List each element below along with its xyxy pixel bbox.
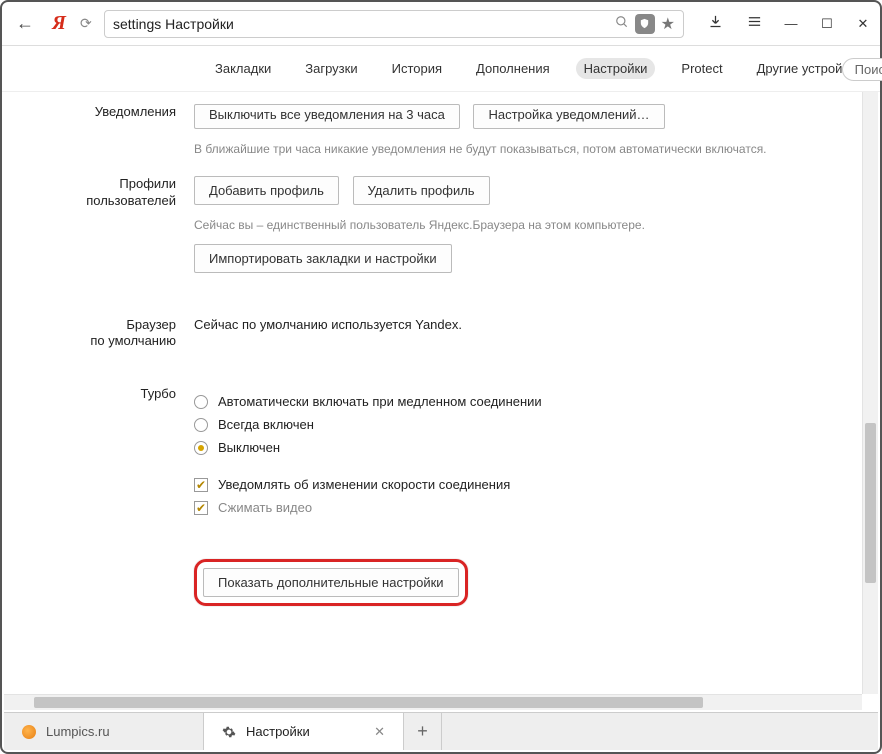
address-bar[interactable]: settings Настройки ★ [104,10,684,38]
section-turbo: Турбо Автоматически включать при медленн… [4,386,838,523]
nav-protect[interactable]: Protect [673,58,730,79]
address-bar-text: settings Настройки [113,16,609,32]
maximize-button[interactable]: ☐ [820,16,834,32]
add-profile-button[interactable]: Добавить профиль [194,176,339,205]
radio-icon [194,441,208,455]
nav-bookmarks[interactable]: Закладки [207,58,279,79]
section-label-default-browser: Браузер по умолчанию [4,317,194,351]
vertical-scrollbar[interactable] [862,92,878,694]
advanced-settings-highlight: Показать дополнительные настройки [194,559,468,606]
new-tab-button[interactable]: + [404,713,442,750]
favicon-icon [22,725,36,739]
nav-downloads[interactable]: Загрузки [297,58,365,79]
import-bookmarks-button[interactable]: Импортировать закладки и настройки [194,244,452,273]
turbo-option-off[interactable]: Выключен [194,440,794,455]
yandex-logo-icon[interactable]: Я [48,13,70,35]
tab-lumpics[interactable]: Lumpics.ru [4,713,204,750]
nav-settings[interactable]: Настройки [576,58,656,79]
minimize-button[interactable]: — [784,16,798,32]
notifications-configure-button[interactable]: Настройка уведомлений… [473,104,664,129]
radio-icon [194,395,208,409]
section-advanced: Показать дополнительные настройки [4,559,838,606]
radio-icon [194,418,208,432]
menu-icon[interactable] [747,14,762,34]
downloads-icon[interactable] [708,14,723,34]
show-advanced-settings-button[interactable]: Показать дополнительные настройки [203,568,459,597]
browser-toolbar: ← Я ⟳ settings Настройки ★ — ☐ ✕ [2,2,880,46]
nav-addons[interactable]: Дополнения [468,58,558,79]
tab-settings[interactable]: Настройки ✕ [204,713,404,750]
default-browser-text: Сейчас по умолчанию используется Yandex. [194,317,794,332]
nav-history[interactable]: История [384,58,450,79]
notifications-note: В ближайшие три часа никакие уведомления… [194,141,794,158]
section-label-profiles: Профили пользователей [4,176,194,281]
section-label-turbo: Турбо [4,386,194,523]
search-icon[interactable] [615,15,629,32]
horizontal-scrollbar[interactable] [4,694,862,710]
window-controls: — ☐ ✕ [784,16,870,32]
protect-shield-icon[interactable] [635,14,655,34]
delete-profile-button[interactable]: Удалить профиль [353,176,490,205]
tab-title: Настройки [246,724,310,739]
checkbox-icon [194,478,208,492]
turbo-compress-video-checkbox[interactable]: Сжимать видео [194,500,794,515]
scrollbar-thumb[interactable] [865,423,876,583]
profiles-note: Сейчас вы – единственный пользователь Ян… [194,217,794,234]
reload-icon[interactable]: ⟳ [80,15,96,32]
settings-content: Уведомления Выключить все уведомления на… [4,92,878,710]
turbo-option-always[interactable]: Всегда включен [194,417,794,432]
back-button[interactable]: ← [12,13,38,34]
bookmark-star-icon[interactable]: ★ [661,14,675,34]
tab-close-icon[interactable]: ✕ [374,724,385,740]
tab-bar: Lumpics.ru Настройки ✕ + [4,712,878,750]
turbo-notify-checkbox[interactable]: Уведомлять об изменении скорости соедине… [194,477,794,492]
settings-search-input[interactable]: Поис [842,58,882,81]
checkbox-icon [194,501,208,515]
settings-nav: Закладки Загрузки История Дополнения Нас… [2,46,880,92]
gear-icon [222,725,236,739]
section-label-notifications: Уведомления [4,104,194,158]
scrollbar-thumb[interactable] [34,697,703,708]
turbo-option-auto[interactable]: Автоматически включать при медленном сое… [194,394,794,409]
section-default-browser: Браузер по умолчанию Сейчас по умолчанию… [4,317,838,351]
tab-title: Lumpics.ru [46,724,110,739]
notifications-mute-button[interactable]: Выключить все уведомления на 3 часа [194,104,460,129]
section-profiles: Профили пользователей Добавить профиль У… [4,176,838,281]
close-button[interactable]: ✕ [856,16,870,32]
section-notifications: Уведомления Выключить все уведомления на… [4,104,838,158]
